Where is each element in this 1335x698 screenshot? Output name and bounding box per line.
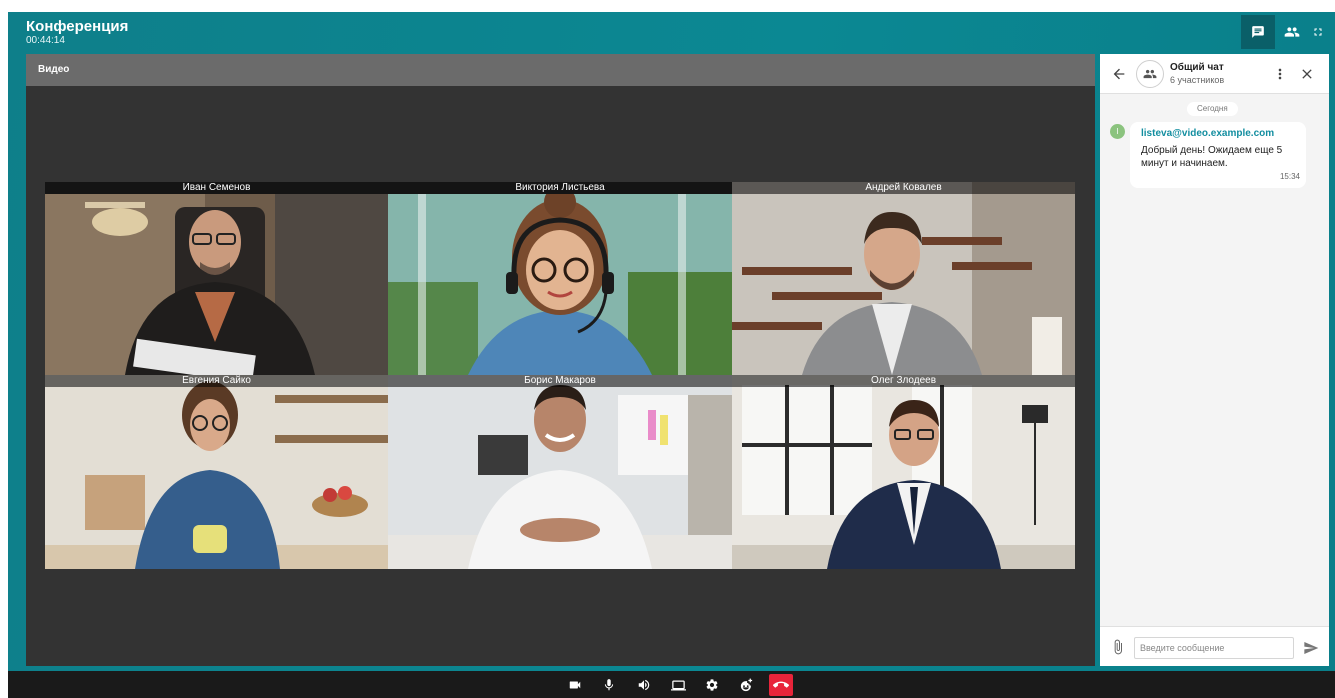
camera-button[interactable] (564, 674, 586, 696)
hangup-button[interactable] (769, 674, 793, 696)
chat-name: Общий чат (1170, 62, 1224, 73)
send-icon[interactable] (1303, 640, 1319, 656)
settings-button[interactable] (701, 674, 723, 696)
participant-name: Виктория Листьева (388, 182, 732, 194)
emoji-icon (740, 678, 752, 691)
elapsed-time: 00:44:14 (26, 35, 65, 46)
microphone-button[interactable] (598, 674, 620, 696)
participant-video (388, 375, 732, 569)
chat-header: Общий чат 6 участников (1100, 54, 1329, 94)
message-author[interactable]: listeva@video.example.com (1141, 128, 1295, 139)
message-bubble: listeva@video.example.com Добрый день! О… (1130, 122, 1306, 188)
emoji-button[interactable] (735, 674, 757, 696)
message-input[interactable] (1134, 637, 1294, 659)
hangup-icon (773, 681, 789, 688)
attach-icon[interactable] (1110, 638, 1126, 656)
video-grid: Иван Семенов Виктория Листьева Андрей Ко… (45, 182, 1075, 569)
screen-share-icon (670, 680, 686, 690)
participant-name: Евгения Сайко (45, 375, 388, 387)
fullscreen-icon (1314, 28, 1322, 36)
participant-video (45, 182, 388, 375)
video-tile[interactable]: Борис Макаров (388, 375, 732, 569)
chat-input-bar (1100, 626, 1329, 666)
chat-toggle-button[interactable] (1241, 15, 1275, 49)
participant-name: Олег Злодеев (732, 375, 1075, 387)
conference-title: Конференция (26, 18, 129, 35)
screen-share-button[interactable] (667, 674, 689, 696)
participant-video (388, 182, 732, 375)
microphone-icon (604, 679, 614, 691)
close-icon[interactable] (1299, 66, 1315, 82)
video-panel: Видео Иван Семенов Виктория Листьева Анд… (26, 54, 1095, 666)
chat-panel: Общий чат 6 участников Сегодня l listeva… (1100, 54, 1329, 666)
video-tile[interactable]: Иван Семенов (45, 182, 388, 375)
video-tile[interactable]: Олег Злодеев (732, 375, 1075, 569)
call-toolbar (8, 671, 1335, 698)
video-tile[interactable]: Андрей Ковалев (732, 182, 1075, 375)
chat-icon (1252, 26, 1264, 38)
settings-icon (706, 679, 718, 691)
date-divider: Сегодня (1187, 102, 1238, 116)
group-avatar (1136, 60, 1164, 88)
participant-name: Иван Семенов (45, 182, 388, 194)
participant-video (45, 375, 388, 569)
header: Конференция 00:44:14 (8, 12, 1335, 54)
video-tile[interactable]: Виктория Листьева (388, 182, 732, 375)
video-panel-title: Видео (26, 54, 1095, 86)
fullscreen-button[interactable] (1304, 15, 1332, 49)
speaker-button[interactable] (633, 674, 655, 696)
video-tile[interactable]: Евгения Сайко (45, 375, 388, 569)
message-text: Добрый день! Ожидаем еще 5 минут и начин… (1141, 145, 1283, 169)
participant-video (732, 375, 1075, 569)
participants-icon (1284, 27, 1300, 37)
participant-name: Борис Макаров (388, 375, 732, 387)
camera-icon (569, 681, 581, 689)
group-icon (1143, 69, 1157, 79)
message-avatar: l (1110, 124, 1125, 139)
participant-video (732, 182, 1075, 375)
message-time: 15:34 (1279, 172, 1300, 181)
speaker-icon (638, 679, 650, 691)
more-vert-icon[interactable] (1272, 66, 1288, 82)
conference-window: Конференция 00:44:14 Видео Иван Семенов (8, 12, 1335, 698)
back-arrow-icon[interactable] (1111, 66, 1127, 82)
chat-member-count: 6 участников (1170, 75, 1225, 85)
participant-name: Андрей Ковалев (732, 182, 1075, 194)
